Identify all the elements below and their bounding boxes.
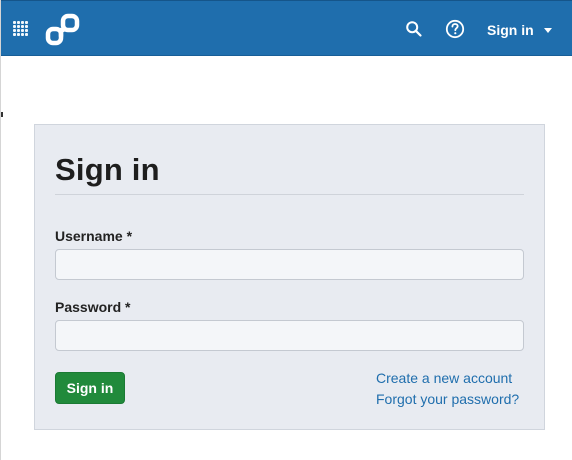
username-field[interactable] xyxy=(55,249,524,280)
help-icon[interactable] xyxy=(445,19,465,39)
signin-menu-button[interactable]: Sign in xyxy=(487,20,552,40)
create-account-link[interactable]: Create a new account xyxy=(376,370,512,386)
top-navigation-bar: Sign in xyxy=(1,0,572,56)
logo-icon[interactable] xyxy=(45,13,81,47)
signin-button[interactable]: Sign in xyxy=(55,372,125,404)
forgot-password-link[interactable]: Forgot your password? xyxy=(376,391,519,407)
password-field[interactable] xyxy=(55,320,524,351)
caret-down-icon xyxy=(543,27,552,33)
signin-menu-label: Sign in xyxy=(487,22,534,38)
password-label: Password * xyxy=(55,299,131,315)
signin-panel: Sign in Username * Password * Sign in Cr… xyxy=(34,124,545,430)
edge-mark xyxy=(1,112,3,117)
grid-icon[interactable] xyxy=(13,21,29,37)
search-icon[interactable] xyxy=(405,20,423,38)
page: Sign in Sign in Username * Password * Si… xyxy=(0,0,572,460)
username-label: Username * xyxy=(55,228,133,244)
page-title: Sign in xyxy=(55,152,160,187)
title-divider xyxy=(55,194,524,195)
